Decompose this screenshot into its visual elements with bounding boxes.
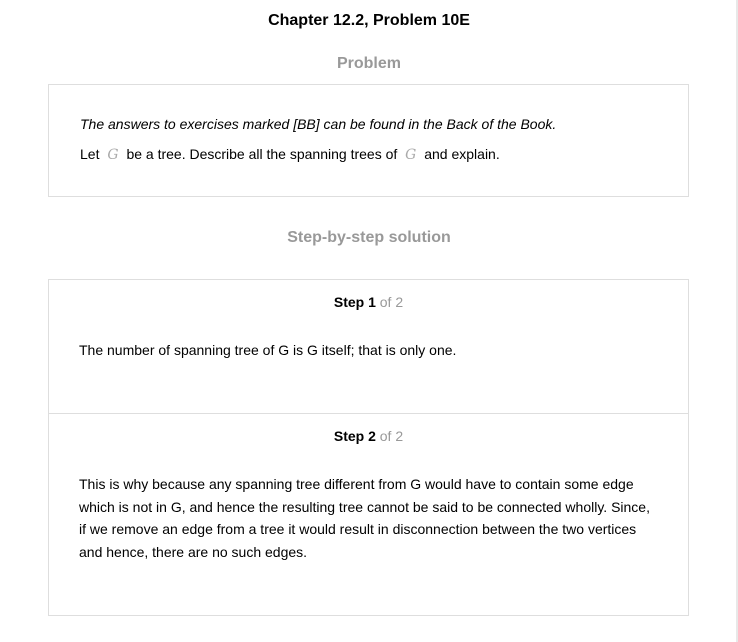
- step-number: Step 2: [333, 428, 376, 444]
- statement-text-1: Let: [80, 146, 100, 162]
- solution-box: Step 1 of 2 The number of spanning tree …: [48, 279, 689, 616]
- page: Chapter 12.2, Problem 10E Problem The an…: [0, 0, 738, 642]
- step-2: Step 2 of 2 This is why because any span…: [49, 414, 688, 615]
- page-title: Chapter 12.2, Problem 10E: [268, 12, 470, 29]
- problem-intro: The answers to exercises marked [BB] can…: [80, 116, 557, 132]
- problem-box: The answers to exercises marked [BB] can…: [48, 84, 689, 197]
- step-header: Step 2 of 2: [49, 428, 688, 444]
- problem-heading: Problem: [336, 55, 401, 72]
- step-1: Step 1 of 2 The number of spanning tree …: [49, 280, 688, 414]
- math-symbol-g: G: [107, 147, 119, 163]
- math-symbol-g: G: [405, 147, 417, 163]
- step-text: This is why because any spanning tree di…: [79, 476, 650, 560]
- step-text: The number of spanning tree of G is G it…: [79, 342, 457, 358]
- statement-text-2: be a tree. Describe all the spanning tre…: [126, 146, 398, 162]
- solution-heading: Step-by-step solution: [287, 229, 451, 246]
- step-number: Step 1: [333, 294, 376, 310]
- statement-text-3: and explain.: [424, 146, 500, 162]
- step-count: of 2: [379, 428, 404, 444]
- step-header: Step 1 of 2: [49, 294, 688, 310]
- step-count: of 2: [379, 294, 404, 310]
- problem-statement: Let G be a tree. Describe all the spanni…: [80, 146, 500, 163]
